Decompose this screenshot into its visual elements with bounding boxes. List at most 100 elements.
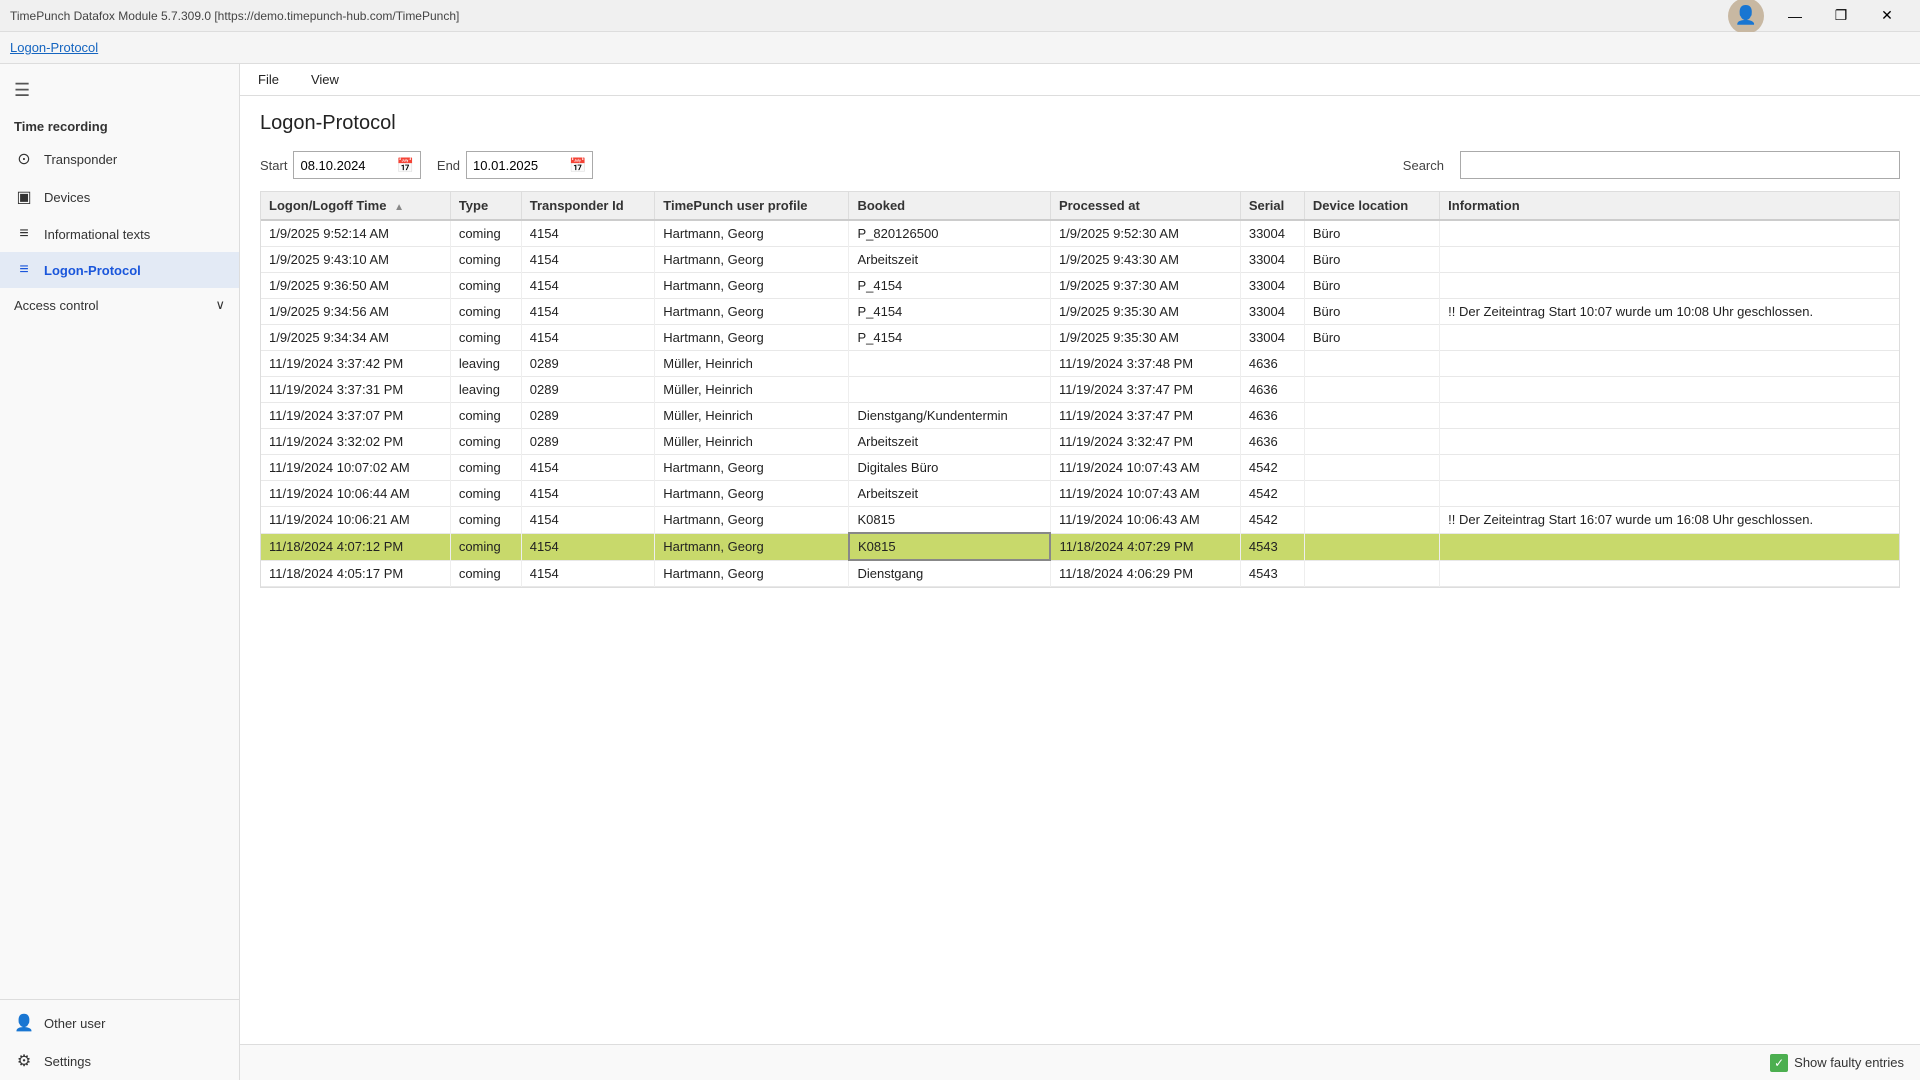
sidebar-item-settings[interactable]: ⚙ Settings: [0, 1042, 239, 1080]
start-date-field[interactable]: [300, 158, 390, 173]
table-cell: Müller, Heinrich: [655, 351, 849, 377]
table-cell: leaving: [450, 351, 521, 377]
table-row[interactable]: 11/18/2024 4:07:12 PMcoming4154Hartmann,…: [261, 533, 1899, 560]
table-cell: 4636: [1240, 351, 1304, 377]
table-cell: 11/19/2024 3:37:47 PM: [1050, 377, 1240, 403]
table-cell: Büro: [1304, 273, 1439, 299]
sidebar-item-logon-protocol[interactable]: ≡ Logon-Protocol: [0, 252, 239, 288]
calendar-icon-end[interactable]: 📅: [569, 157, 586, 174]
calendar-icon-start[interactable]: 📅: [396, 157, 413, 174]
table-cell: 11/19/2024 3:37:42 PM: [261, 351, 450, 377]
table-cell: 11/18/2024 4:05:17 PM: [261, 560, 450, 587]
col-header-serial[interactable]: Serial: [1240, 192, 1304, 220]
logon-protocol-icon: ≡: [14, 261, 34, 279]
sidebar-group-header-access-control[interactable]: Access control ∨: [0, 288, 239, 322]
col-header-transponder-id[interactable]: Transponder Id: [521, 192, 655, 220]
table-row[interactable]: 1/9/2025 9:34:56 AMcoming4154Hartmann, G…: [261, 299, 1899, 325]
table-cell: 1/9/2025 9:34:34 AM: [261, 325, 450, 351]
table-cell: coming: [450, 429, 521, 455]
sidebar-menu-icon[interactable]: ☰: [0, 72, 239, 109]
table-cell: [1440, 220, 1899, 247]
menu-file[interactable]: File: [250, 68, 287, 91]
close-button[interactable]: ✕: [1864, 0, 1910, 32]
table-cell: Büro: [1304, 299, 1439, 325]
col-header-device-location[interactable]: Device location: [1304, 192, 1439, 220]
table-cell: Hartmann, Georg: [655, 247, 849, 273]
table-cell: [1304, 481, 1439, 507]
col-header-booked[interactable]: Booked: [849, 192, 1050, 220]
table-cell: 11/18/2024 4:07:29 PM: [1050, 533, 1240, 560]
col-header-information[interactable]: Information: [1440, 192, 1899, 220]
app-title: TimePunch Datafox Module 5.7.309.0 [http…: [10, 9, 459, 23]
table-row[interactable]: 1/9/2025 9:52:14 AMcoming4154Hartmann, G…: [261, 220, 1899, 247]
table-cell: [1440, 560, 1899, 587]
table-row[interactable]: 11/18/2024 4:05:17 PMcoming4154Hartmann,…: [261, 560, 1899, 587]
table-cell: [1304, 455, 1439, 481]
table-cell: 4543: [1240, 533, 1304, 560]
table-cell: Müller, Heinrich: [655, 429, 849, 455]
topbar-link[interactable]: Logon-Protocol: [10, 40, 98, 55]
table-row[interactable]: 1/9/2025 9:43:10 AMcoming4154Hartmann, G…: [261, 247, 1899, 273]
show-faulty-button[interactable]: Show faulty entries: [1770, 1054, 1904, 1072]
table-cell: Dienstgang/Kundentermin: [849, 403, 1050, 429]
table-row[interactable]: 11/19/2024 3:32:02 PMcoming0289Müller, H…: [261, 429, 1899, 455]
table-cell: P_4154: [849, 325, 1050, 351]
table-cell: Hartmann, Georg: [655, 325, 849, 351]
app-body: ☰ Time recording ⊙ Transponder ▣ Devices…: [0, 64, 1920, 1080]
table-cell: coming: [450, 507, 521, 534]
table-row[interactable]: 11/19/2024 3:37:31 PMleaving0289Müller, …: [261, 377, 1899, 403]
table-cell: [849, 351, 1050, 377]
table-cell: [1304, 560, 1439, 587]
table-cell: 4154: [521, 533, 655, 560]
table-row[interactable]: 11/19/2024 3:37:42 PMleaving0289Müller, …: [261, 351, 1899, 377]
table-row[interactable]: 11/19/2024 10:06:21 AMcoming4154Hartmann…: [261, 507, 1899, 534]
start-date-input[interactable]: 📅: [293, 151, 420, 179]
sidebar-item-informational-texts[interactable]: ≡ Informational texts: [0, 216, 239, 252]
col-header-type[interactable]: Type: [450, 192, 521, 220]
table-row[interactable]: 11/19/2024 10:07:02 AMcoming4154Hartmann…: [261, 455, 1899, 481]
table-cell: 33004: [1240, 299, 1304, 325]
table-cell: Hartmann, Georg: [655, 220, 849, 247]
table-cell: [1440, 377, 1899, 403]
transponder-icon: ⊙: [14, 149, 34, 169]
titlebar: TimePunch Datafox Module 5.7.309.0 [http…: [0, 0, 1920, 32]
table-cell: 33004: [1240, 273, 1304, 299]
table-cell: [1440, 455, 1899, 481]
col-header-logon-time[interactable]: Logon/Logoff Time ▲: [261, 192, 450, 220]
table-cell: Arbeitszeit: [849, 429, 1050, 455]
table-cell: K0815: [849, 533, 1050, 560]
table-cell: 4154: [521, 455, 655, 481]
col-header-user-profile[interactable]: TimePunch user profile: [655, 192, 849, 220]
table-row[interactable]: 11/19/2024 10:06:44 AMcoming4154Hartmann…: [261, 481, 1899, 507]
table-cell: coming: [450, 220, 521, 247]
minimize-button[interactable]: —: [1772, 0, 1818, 32]
maximize-button[interactable]: ❐: [1818, 0, 1864, 32]
table-cell: 11/18/2024 4:06:29 PM: [1050, 560, 1240, 587]
table-cell: [1304, 533, 1439, 560]
table-cell: 11/19/2024 10:06:43 AM: [1050, 507, 1240, 534]
menu-view[interactable]: View: [303, 68, 347, 91]
table-cell: Müller, Heinrich: [655, 403, 849, 429]
logon-table: Logon/Logoff Time ▲ Type Transponder Id …: [261, 192, 1899, 587]
sidebar-item-transponder[interactable]: ⊙ Transponder: [0, 140, 239, 178]
menu-bar: File View: [240, 64, 1920, 96]
table-row[interactable]: 11/19/2024 3:37:07 PMcoming0289Müller, H…: [261, 403, 1899, 429]
table-cell: [1440, 403, 1899, 429]
table-cell: coming: [450, 455, 521, 481]
table-cell: Digitales Büro: [849, 455, 1050, 481]
sidebar-item-devices[interactable]: ▣ Devices: [0, 178, 239, 216]
table-cell: coming: [450, 273, 521, 299]
sidebar-item-other-user[interactable]: 👤 Other user: [0, 1004, 239, 1042]
access-control-label: Access control: [14, 298, 99, 313]
col-header-processed-at[interactable]: Processed at: [1050, 192, 1240, 220]
page-title: Logon-Protocol: [260, 112, 1900, 135]
table-cell: 4154: [521, 247, 655, 273]
table-row[interactable]: 1/9/2025 9:36:50 AMcoming4154Hartmann, G…: [261, 273, 1899, 299]
end-date-field[interactable]: [473, 158, 563, 173]
search-input[interactable]: [1460, 151, 1900, 179]
table-cell: coming: [450, 481, 521, 507]
table-row[interactable]: 1/9/2025 9:34:34 AMcoming4154Hartmann, G…: [261, 325, 1899, 351]
table-cell: 0289: [521, 377, 655, 403]
end-date-input[interactable]: 📅: [466, 151, 593, 179]
table-cell: 1/9/2025 9:43:10 AM: [261, 247, 450, 273]
